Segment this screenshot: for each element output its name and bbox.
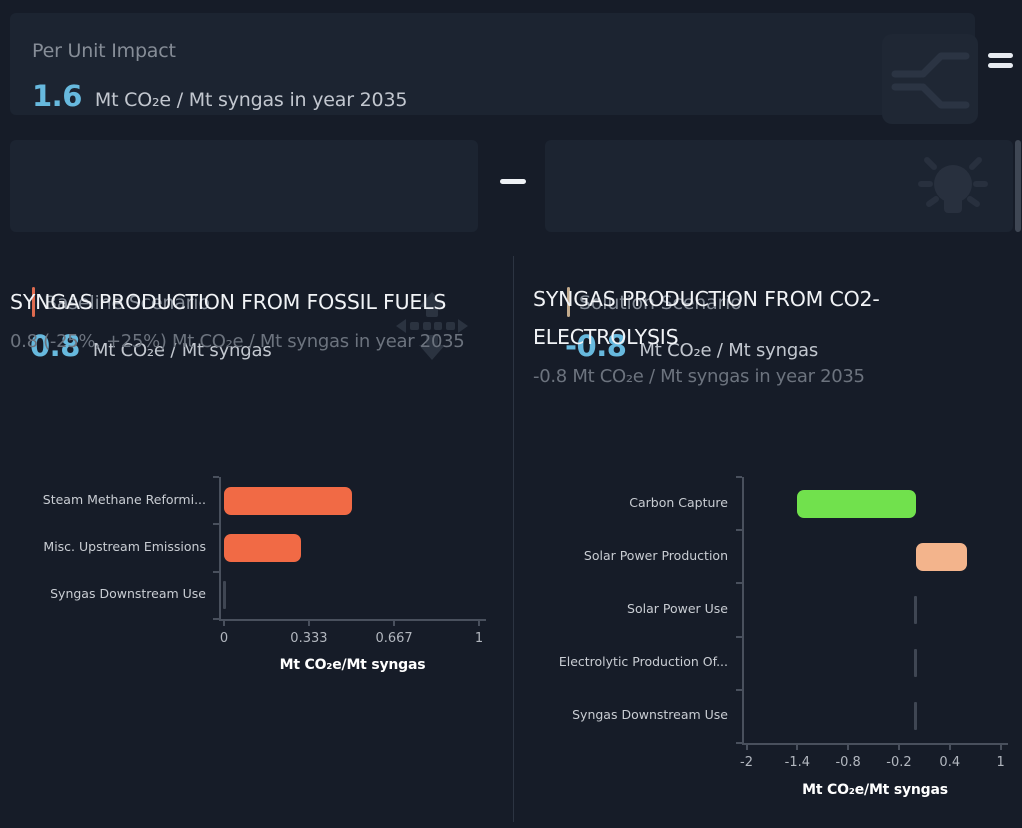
y-axis-tick [213,571,219,573]
x-axis-spine [742,743,1008,745]
x-axis-tick [393,619,395,626]
x-tick-label: 1 [969,755,1022,770]
x-axis-tick [796,743,798,750]
bar[interactable] [224,487,352,515]
category-label: Syngas Downstream Use [6,586,206,601]
x-axis-tick [949,743,951,750]
y-axis-tick [736,529,742,531]
y-axis-tick [213,523,219,525]
x-axis-tick [898,743,900,750]
x-axis-tick [746,743,748,750]
y-axis-spine [219,477,221,619]
zero-value-marker[interactable] [223,581,226,609]
category-label: Misc. Upstream Emissions [6,539,206,554]
x-tick-label: 0 [192,631,256,646]
x-axis-tick [223,619,225,626]
x-tick-label: 1 [447,631,511,646]
bar[interactable] [916,543,967,571]
category-label: Carbon Capture [528,495,728,510]
y-axis-tick [736,689,742,691]
app-root: Per Unit Impact 1.6 Mt CO₂e / Mt syngas … [0,0,1022,828]
x-axis-spine [219,619,486,621]
x-axis-title: Mt CO₂e/Mt syngas [745,782,1005,798]
category-label: Solar Power Production [528,548,728,563]
y-axis-spine [742,477,744,743]
x-axis-tick [478,619,480,626]
y-axis-tick [213,618,219,620]
x-axis-tick [308,619,310,626]
y-axis-tick [736,636,742,638]
zero-value-marker[interactable] [914,702,917,730]
zero-value-marker[interactable] [914,596,917,624]
category-label: Solar Power Use [528,601,728,616]
x-axis-title: Mt CO₂e/Mt syngas [223,657,483,673]
bar[interactable] [797,490,916,518]
y-axis-tick [736,582,742,584]
category-label: Electrolytic Production Of... [528,654,728,669]
y-axis-tick [736,742,742,744]
y-axis-tick [213,476,219,478]
x-axis-tick [1000,743,1002,750]
x-tick-label: 0.333 [277,631,341,646]
zero-value-marker[interactable] [914,649,917,677]
bar[interactable] [224,534,301,562]
chart-layer: Steam Methane Reformi... Misc. Upstream E… [0,0,1022,828]
category-label: Syngas Downstream Use [528,707,728,722]
x-axis-tick [847,743,849,750]
category-label: Steam Methane Reformi... [6,492,206,507]
y-axis-tick [736,476,742,478]
x-tick-label: 0.667 [362,631,426,646]
